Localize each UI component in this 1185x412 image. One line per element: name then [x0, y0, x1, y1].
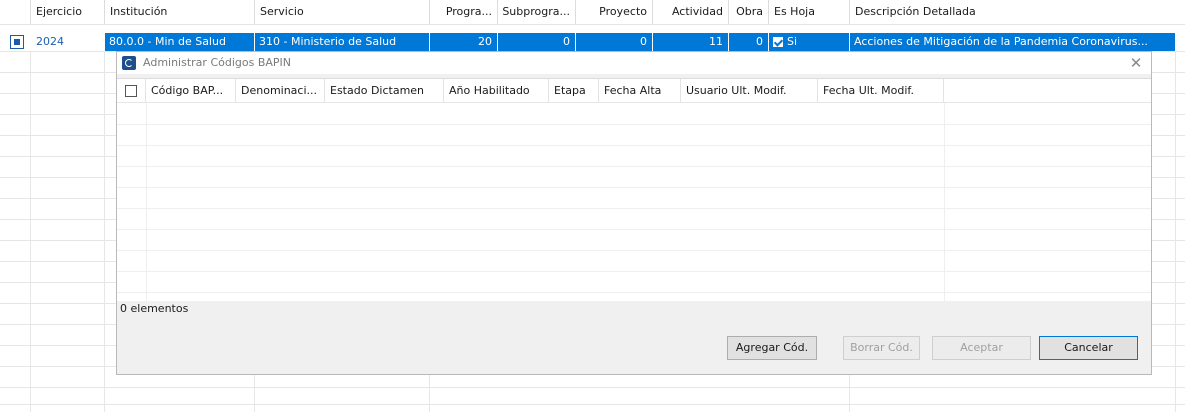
- cell-subprograma[interactable]: 0: [497, 33, 575, 51]
- grid-header: Ejercicio Institución Servicio Progra...…: [0, 0, 1185, 24]
- col-header-ejercicio[interactable]: Ejercicio: [30, 0, 104, 24]
- cell-ejercicio[interactable]: 2024: [30, 33, 104, 51]
- table-line: [117, 166, 1151, 167]
- table-vline: [146, 103, 147, 309]
- col-header-fecha-ult-modif[interactable]: Fecha Ult. Modif.: [818, 79, 944, 102]
- es-hoja-value: Si: [787, 35, 798, 48]
- cell-es-hoja[interactable]: Si: [768, 33, 849, 51]
- table-line: [117, 187, 1151, 188]
- col-header-descripcion[interactable]: Descripción Detallada: [849, 0, 1175, 24]
- grid-vline: [1175, 51, 1176, 412]
- bapin-dialog: Administrar Códigos BAPIN ✕ Código BAP..…: [116, 51, 1152, 375]
- bapin-table-header: Código BAP... Denominaci... Estado Dicta…: [117, 79, 1151, 103]
- cell-obra[interactable]: 0: [728, 33, 768, 51]
- col-header-denominacion[interactable]: Denominaci...: [236, 79, 325, 102]
- app-icon: [122, 56, 136, 70]
- table-line: [117, 208, 1151, 209]
- col-header-usuario-ult-modif[interactable]: Usuario Ult. Modif.: [681, 79, 818, 102]
- grid-vline: [104, 51, 105, 412]
- table-line: [117, 292, 1151, 293]
- status-bar: 0 elementos: [117, 301, 1151, 317]
- cell-servicio[interactable]: 310 - Ministerio de Salud: [254, 33, 429, 51]
- table-line: [117, 250, 1151, 251]
- grid-vline: [30, 51, 31, 412]
- col-header-actividad[interactable]: Actividad: [652, 0, 728, 24]
- col-header-obra[interactable]: Obra: [728, 0, 768, 24]
- selected-row[interactable]: 80.0.0 - Min de Salud 310 - Ministerio d…: [104, 33, 1175, 51]
- cell-proyecto[interactable]: 0: [575, 33, 652, 51]
- grid-line: [0, 24, 1185, 25]
- col-header-proyecto[interactable]: Proyecto: [575, 0, 652, 24]
- cancelar-button[interactable]: Cancelar: [1039, 336, 1138, 360]
- col-header-es-hoja[interactable]: Es Hoja: [768, 0, 849, 24]
- table-vline: [944, 103, 945, 309]
- select-all-checkbox[interactable]: [125, 85, 137, 97]
- col-header-anio-habilitado[interactable]: Año Habilitado: [444, 79, 549, 102]
- dialog-titlebar[interactable]: Administrar Códigos BAPIN ✕: [117, 52, 1151, 74]
- grid-line: [0, 404, 1185, 405]
- col-header-institucion[interactable]: Institución: [104, 0, 254, 24]
- col-header-servicio[interactable]: Servicio: [254, 0, 429, 24]
- cell-programa[interactable]: 20: [429, 33, 497, 51]
- col-header-etapa[interactable]: Etapa: [549, 79, 599, 102]
- col-header-subprograma[interactable]: Subprogra...: [497, 0, 575, 24]
- aceptar-button[interactable]: Aceptar: [932, 336, 1031, 360]
- agregar-codigo-button[interactable]: Agregar Cód.: [727, 336, 817, 360]
- table-line: [117, 229, 1151, 230]
- col-header-codigo-bapin[interactable]: Código BAP...: [146, 79, 236, 102]
- cell-descripcion[interactable]: Acciones de Mitigación de la Pandemia Co…: [849, 33, 1175, 51]
- close-icon[interactable]: ✕: [1127, 54, 1145, 72]
- table-line: [117, 271, 1151, 272]
- col-header-fecha-alta[interactable]: Fecha Alta: [599, 79, 681, 102]
- borrar-codigo-button[interactable]: Borrar Cód.: [843, 336, 920, 360]
- table-line: [117, 145, 1151, 146]
- col-header-estado-dictamen[interactable]: Estado Dictamen: [325, 79, 444, 102]
- dialog-title: Administrar Códigos BAPIN: [143, 56, 292, 69]
- select-all-cell: [117, 79, 146, 102]
- row-selector-icon[interactable]: [10, 35, 24, 49]
- bapin-table: Código BAP... Denominaci... Estado Dicta…: [117, 78, 1151, 317]
- cell-institucion[interactable]: 80.0.0 - Min de Salud: [104, 33, 254, 51]
- cell-actividad[interactable]: 11: [652, 33, 728, 51]
- col-header-programa[interactable]: Progra...: [429, 0, 497, 24]
- checkbox-checked-icon[interactable]: [773, 37, 783, 47]
- grid-line: [0, 387, 1185, 388]
- table-line: [117, 124, 1151, 125]
